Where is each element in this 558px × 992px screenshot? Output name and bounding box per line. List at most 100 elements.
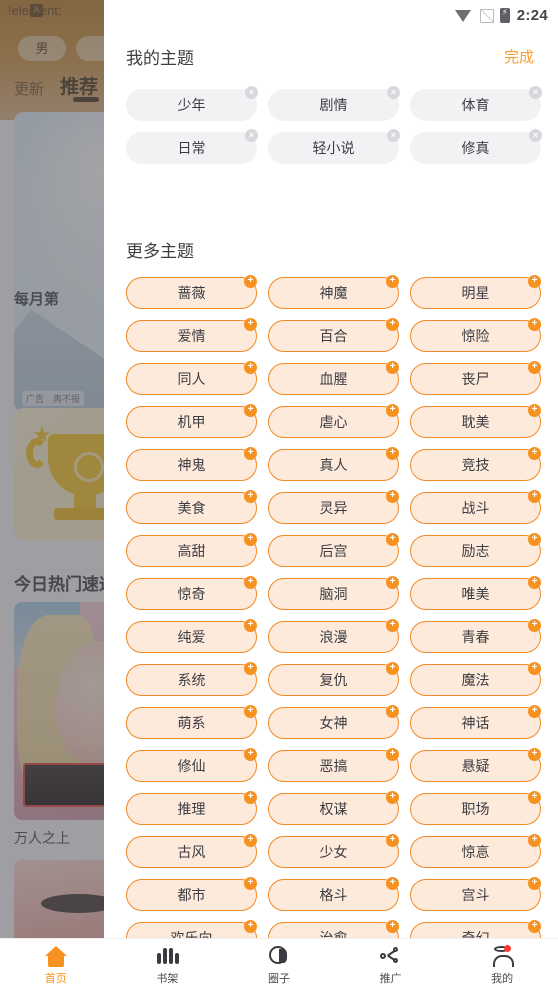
add-theme-icon[interactable]: + — [244, 361, 257, 374]
theme-chip[interactable]: 神话 + — [410, 705, 541, 739]
add-theme-icon[interactable]: + — [244, 705, 257, 718]
remove-theme-icon[interactable]: × — [387, 86, 400, 99]
add-theme-icon[interactable]: + — [528, 834, 541, 847]
theme-chip[interactable]: 古风 + — [126, 834, 257, 868]
add-theme-icon[interactable]: + — [386, 619, 399, 632]
add-theme-icon[interactable]: + — [528, 490, 541, 503]
theme-chip[interactable]: 后宫 + — [268, 533, 399, 567]
theme-chip[interactable]: 格斗 + — [268, 877, 399, 911]
add-theme-icon[interactable]: + — [528, 447, 541, 460]
add-theme-icon[interactable]: + — [386, 662, 399, 675]
theme-chip[interactable]: 高甜 + — [126, 533, 257, 567]
theme-chip[interactable]: 虐心 + — [268, 404, 399, 438]
theme-chip[interactable]: 青春 + — [410, 619, 541, 653]
theme-chip[interactable]: 机甲 + — [126, 404, 257, 438]
theme-chip[interactable]: 少年 × — [126, 86, 258, 121]
add-theme-icon[interactable]: + — [386, 361, 399, 374]
theme-chip[interactable]: 奇幻 + — [410, 920, 541, 938]
add-theme-icon[interactable]: + — [244, 447, 257, 460]
theme-chip[interactable]: 魔法 + — [410, 662, 541, 696]
add-theme-icon[interactable]: + — [528, 619, 541, 632]
add-theme-icon[interactable]: + — [244, 920, 257, 933]
add-theme-icon[interactable]: + — [244, 275, 257, 288]
theme-chip[interactable]: 推理 + — [126, 791, 257, 825]
theme-chip[interactable]: 耽美 + — [410, 404, 541, 438]
theme-chip[interactable]: 真人 + — [268, 447, 399, 481]
theme-chip[interactable]: 蔷薇 + — [126, 275, 257, 309]
add-theme-icon[interactable]: + — [386, 576, 399, 589]
add-theme-icon[interactable]: + — [386, 748, 399, 761]
add-theme-icon[interactable]: + — [528, 275, 541, 288]
theme-chip[interactable]: 萌系 + — [126, 705, 257, 739]
add-theme-icon[interactable]: + — [528, 576, 541, 589]
add-theme-icon[interactable]: + — [244, 791, 257, 804]
theme-chip[interactable]: 惊奇 + — [126, 576, 257, 610]
theme-chip[interactable]: 宫斗 + — [410, 877, 541, 911]
theme-chip[interactable]: 职场 + — [410, 791, 541, 825]
add-theme-icon[interactable]: + — [386, 533, 399, 546]
add-theme-icon[interactable]: + — [244, 576, 257, 589]
theme-chip[interactable]: 治愈 + — [268, 920, 399, 938]
theme-chip[interactable]: 欢乐向 + — [126, 920, 257, 938]
add-theme-icon[interactable]: + — [244, 404, 257, 417]
theme-chip[interactable]: 剧情 × — [268, 86, 400, 121]
theme-chip[interactable]: 神鬼 + — [126, 447, 257, 481]
theme-chip[interactable]: 修仙 + — [126, 748, 257, 782]
add-theme-icon[interactable]: + — [386, 490, 399, 503]
add-theme-icon[interactable]: + — [386, 791, 399, 804]
theme-chip[interactable]: 权谋 + — [268, 791, 399, 825]
theme-chip[interactable]: 灵异 + — [268, 490, 399, 524]
theme-chip[interactable]: 浪漫 + — [268, 619, 399, 653]
nav-item-home[interactable]: 首页 — [0, 939, 112, 992]
theme-chip[interactable]: 复仇 + — [268, 662, 399, 696]
add-theme-icon[interactable]: + — [386, 275, 399, 288]
add-theme-icon[interactable]: + — [528, 877, 541, 890]
theme-chip[interactable]: 脑洞 + — [268, 576, 399, 610]
add-theme-icon[interactable]: + — [386, 920, 399, 933]
theme-chip[interactable]: 唯美 + — [410, 576, 541, 610]
remove-theme-icon[interactable]: × — [529, 86, 542, 99]
done-button[interactable]: 完成 — [504, 46, 534, 67]
nav-item-bookshelf[interactable]: 书架 — [112, 939, 224, 992]
add-theme-icon[interactable]: + — [386, 318, 399, 331]
theme-chip[interactable]: 神魔 + — [268, 275, 399, 309]
add-theme-icon[interactable]: + — [528, 920, 541, 933]
theme-chip[interactable]: 惊险 + — [410, 318, 541, 352]
remove-theme-icon[interactable]: × — [245, 86, 258, 99]
theme-chip[interactable]: 同人 + — [126, 361, 257, 395]
nav-item-share[interactable]: 推广 — [335, 939, 447, 992]
add-theme-icon[interactable]: + — [528, 533, 541, 546]
theme-chip[interactable]: 竞技 + — [410, 447, 541, 481]
theme-chip[interactable]: 爱情 + — [126, 318, 257, 352]
remove-theme-icon[interactable]: × — [245, 129, 258, 142]
theme-chip[interactable]: 都市 + — [126, 877, 257, 911]
add-theme-icon[interactable]: + — [244, 877, 257, 890]
theme-chip[interactable]: 少女 + — [268, 834, 399, 868]
theme-chip[interactable]: 日常 × — [126, 129, 258, 164]
add-theme-icon[interactable]: + — [244, 748, 257, 761]
theme-chip[interactable]: 战斗 + — [410, 490, 541, 524]
theme-chip[interactable]: 女神 + — [268, 705, 399, 739]
add-theme-icon[interactable]: + — [244, 533, 257, 546]
theme-chip[interactable]: 明星 + — [410, 275, 541, 309]
nav-item-person[interactable]: 我的 — [446, 939, 558, 992]
add-theme-icon[interactable]: + — [386, 877, 399, 890]
theme-chip[interactable]: 丧尸 + — [410, 361, 541, 395]
add-theme-icon[interactable]: + — [244, 619, 257, 632]
theme-chip[interactable]: 悬疑 + — [410, 748, 541, 782]
add-theme-icon[interactable]: + — [244, 662, 257, 675]
add-theme-icon[interactable]: + — [386, 705, 399, 718]
nav-item-circle[interactable]: 圈子 — [223, 939, 335, 992]
add-theme-icon[interactable]: + — [244, 490, 257, 503]
theme-chip[interactable]: 修真 × — [410, 129, 542, 164]
add-theme-icon[interactable]: + — [244, 318, 257, 331]
theme-chip[interactable]: 系统 + — [126, 662, 257, 696]
theme-chip[interactable]: 惊悥 + — [410, 834, 541, 868]
add-theme-icon[interactable]: + — [528, 662, 541, 675]
add-theme-icon[interactable]: + — [386, 447, 399, 460]
add-theme-icon[interactable]: + — [244, 834, 257, 847]
theme-chip[interactable]: 血腥 + — [268, 361, 399, 395]
add-theme-icon[interactable]: + — [386, 404, 399, 417]
theme-chip[interactable]: 百合 + — [268, 318, 399, 352]
theme-chip[interactable]: 轻小说 × — [268, 129, 400, 164]
